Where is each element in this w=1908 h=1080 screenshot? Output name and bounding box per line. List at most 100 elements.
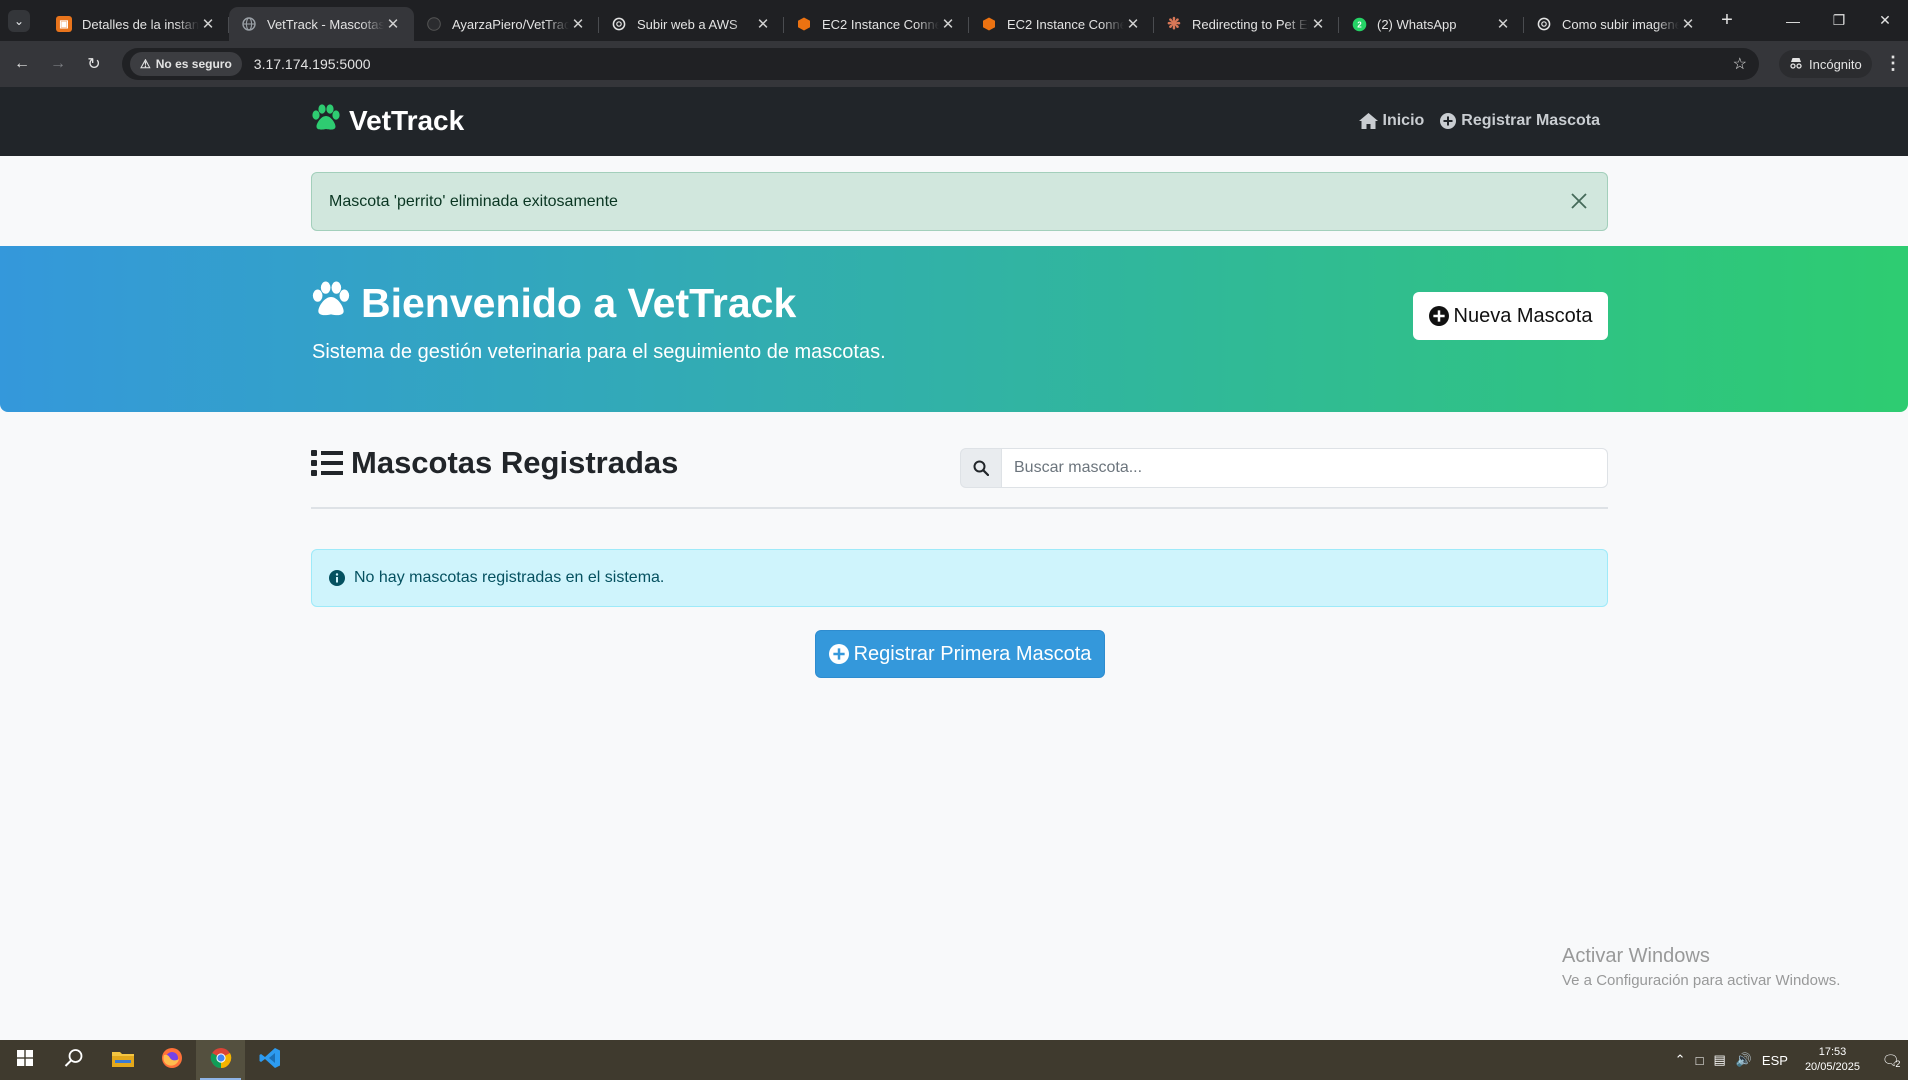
chevron-down-icon: ⌄ (13, 13, 25, 28)
close-icon[interactable]: ✕ (199, 15, 217, 33)
volume-icon[interactable]: 🔊 (1736, 1052, 1752, 1068)
list-icon (311, 450, 343, 476)
close-icon[interactable]: ✕ (569, 15, 587, 33)
incognito-badge[interactable]: Incógnito (1779, 50, 1872, 78)
brand-link[interactable]: VetTrack (311, 104, 464, 138)
close-icon[interactable]: ✕ (1124, 15, 1142, 33)
tab-title: Detalles de la instancia (82, 16, 199, 32)
address-bar[interactable]: ⚠ No es seguro 3.17.174.195:5000 ☆ (122, 48, 1759, 80)
chatgpt-icon (1536, 16, 1552, 32)
tab-whatsapp[interactable]: 2 (2) WhatsApp ✕ (1339, 7, 1524, 41)
empty-message: No hay mascotas registradas en el sistem… (354, 569, 665, 586)
nav-register-link[interactable]: Registrar Mascota (1440, 112, 1600, 130)
close-icon[interactable]: ✕ (1679, 15, 1697, 33)
taskbar-vscode[interactable] (245, 1040, 294, 1080)
tab-github[interactable]: AyarzaPiero/VetTrack ✕ (414, 7, 599, 41)
watermark-line-2: Ve a Configuración para activar Windows. (1562, 972, 1841, 989)
chrome-icon (210, 1047, 232, 1074)
new-tab-button[interactable]: + (1713, 9, 1741, 32)
security-chip[interactable]: ⚠ No es seguro (130, 52, 242, 76)
info-circle-icon (329, 570, 345, 586)
start-button[interactable] (0, 1040, 49, 1080)
aws-ec2-icon (796, 16, 812, 32)
incognito-icon (1789, 57, 1803, 72)
search-icon (64, 1048, 84, 1073)
empty-info-alert: No hay mascotas registradas en el sistem… (311, 549, 1608, 607)
reload-button[interactable]: ↻ (80, 50, 108, 78)
security-label: No es seguro (155, 57, 232, 71)
reload-icon: ↻ (87, 56, 101, 73)
tab-vettrack[interactable]: VetTrack - Mascotas Registradas ✕ (229, 7, 414, 41)
url-text[interactable]: 3.17.174.195:5000 (254, 56, 371, 72)
page-viewport: VetTrack Inicio Registrar Mascota Mascot… (0, 87, 1908, 1040)
more-menu-icon[interactable]: ⋮ (1884, 53, 1902, 74)
arrow-left-icon: ← (14, 55, 30, 72)
folder-icon (111, 1049, 134, 1072)
taskbar-clock[interactable]: 17:53 20/05/2025 (1805, 1045, 1860, 1075)
search-icon (960, 448, 1002, 488)
plus-icon: + (1721, 9, 1733, 31)
arrow-right-icon: → (50, 55, 66, 72)
chevron-up-icon[interactable]: ⌃ (1675, 1052, 1686, 1068)
hero-subtitle: Sistema de gestión veterinaria para el s… (312, 341, 886, 363)
notification-button[interactable]: 🗨 2 (1874, 1051, 1908, 1070)
taskbar-firefox[interactable] (147, 1040, 196, 1080)
aws-ec2-icon (981, 16, 997, 32)
tab-title: Subir web a AWS (637, 16, 738, 32)
new-pet-button[interactable]: Nueva Mascota (1413, 292, 1608, 340)
close-icon[interactable]: ✕ (384, 15, 402, 33)
close-icon[interactable] (1567, 189, 1591, 213)
tab-title: (2) WhatsApp (1377, 16, 1457, 32)
windows-taskbar: ⌃ □ ▤ 🔊 ESP 17:53 20/05/2025 🗨 2 (0, 1040, 1908, 1080)
close-icon[interactable]: ✕ (1494, 15, 1512, 33)
success-alert: Mascota 'perrito' eliminada exitosamente (311, 172, 1608, 231)
plus-circle-icon (1440, 113, 1457, 129)
close-icon[interactable]: ✕ (939, 15, 957, 33)
hero-title: Bienvenido a VetTrack (311, 280, 796, 327)
taskbar-file-explorer[interactable] (98, 1040, 147, 1080)
aws-icon: ▣ (56, 16, 72, 32)
search-input[interactable] (1002, 448, 1608, 488)
bookmark-star-icon[interactable]: ☆ (1733, 54, 1747, 74)
nav-links: Inicio Registrar Mascota (1358, 112, 1600, 130)
plus-circle-icon (828, 644, 849, 664)
close-icon[interactable]: ✕ (754, 15, 772, 33)
clock-date: 20/05/2025 (1804, 1061, 1860, 1073)
close-window-icon[interactable]: ✕ (1862, 0, 1908, 41)
taskbar-chrome[interactable] (196, 1040, 245, 1080)
window-controls: — ❐ ✕ (1770, 0, 1908, 41)
list-title: Mascotas Registradas (311, 445, 678, 481)
close-icon[interactable]: ✕ (1309, 15, 1327, 33)
register-first-pet-button[interactable]: Registrar Primera Mascota (815, 630, 1105, 678)
tab-title: EC2 Instance Connect (822, 16, 939, 32)
restore-icon[interactable]: ❐ (1816, 0, 1862, 41)
minimize-icon[interactable]: — (1770, 0, 1816, 41)
tab-ec2-connect-1[interactable]: EC2 Instance Connect ✕ (784, 7, 969, 41)
tab-claude-redirect[interactable]: ❋ Redirecting to Pet Edit ✕ (1154, 7, 1339, 41)
browser-tab-strip: ⌄ ▣ Detalles de la instancia ✕ VetTrack … (0, 0, 1908, 41)
clock-time: 17:53 (1818, 1046, 1847, 1058)
tab-chatgpt-aws[interactable]: Subir web a AWS ✕ (599, 7, 784, 41)
brand-name: VetTrack (349, 105, 465, 136)
app-navbar: VetTrack Inicio Registrar Mascota (0, 87, 1908, 156)
search-group (960, 448, 1608, 488)
tab-ec2-connect-2[interactable]: EC2 Instance Connect ✕ (969, 7, 1154, 41)
meet-now-icon[interactable]: □ (1696, 1053, 1704, 1068)
paw-icon (311, 104, 341, 138)
new-pet-label: Nueva Mascota (1453, 304, 1593, 327)
taskbar-search-button[interactable] (49, 1040, 98, 1080)
tab-title: Como subir imagenes (1562, 16, 1679, 32)
language-indicator[interactable]: ESP (1762, 1053, 1788, 1068)
home-icon (1358, 113, 1378, 129)
network-icon[interactable]: ▤ (1713, 1052, 1725, 1068)
forward-button[interactable]: → (44, 50, 72, 78)
svg-text:2: 2 (1357, 20, 1362, 29)
paw-icon (311, 280, 351, 327)
back-button[interactable]: ← (8, 50, 36, 78)
tab-chatgpt-images[interactable]: Como subir imagenes ✕ (1524, 7, 1709, 41)
tab-search-button[interactable]: ⌄ (8, 9, 30, 32)
watermark-line-1: Activar Windows (1562, 945, 1710, 967)
tab-aws-details[interactable]: ▣ Detalles de la instancia ✕ (44, 7, 229, 41)
nav-home-link[interactable]: Inicio (1358, 112, 1424, 130)
tab-list: ▣ Detalles de la instancia ✕ VetTrack - … (44, 0, 1709, 41)
